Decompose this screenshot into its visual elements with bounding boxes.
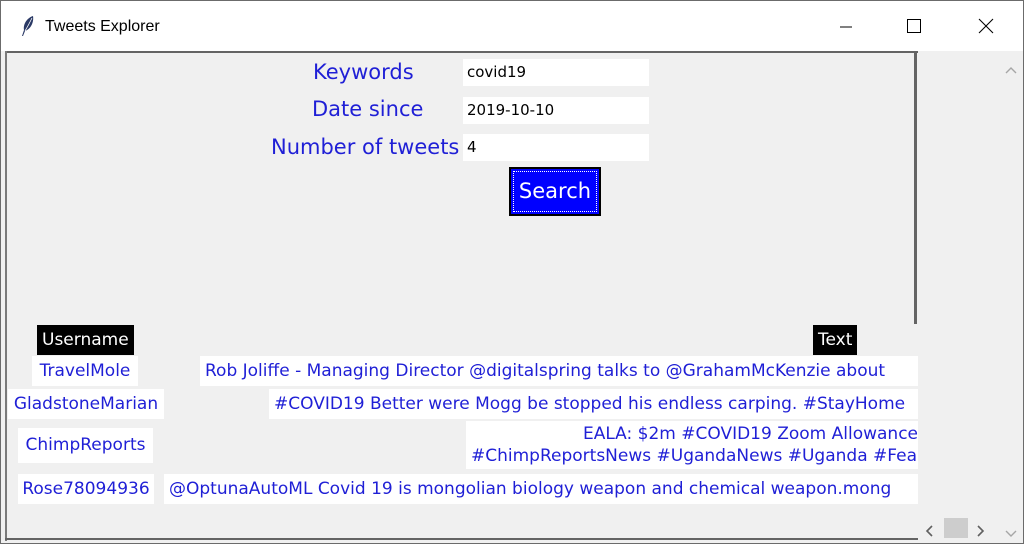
close-icon: [978, 18, 994, 34]
row-text-line: #ChimpReportsNews #UgandaNews #Uganda #F…: [471, 446, 917, 466]
date-since-label: Date since: [312, 97, 424, 121]
row-username: Rose78094936: [18, 474, 154, 504]
maximize-icon: [907, 19, 921, 33]
scroll-up-icon[interactable]: [1005, 59, 1017, 78]
scroll-left-icon[interactable]: [925, 522, 933, 541]
row-text: @OptunaAutoML Covid 19 is mongolian biol…: [164, 474, 919, 504]
keywords-input[interactable]: covid19: [463, 59, 649, 86]
row-username: GladstoneMarian: [8, 389, 164, 419]
keywords-label: Keywords: [313, 60, 414, 84]
horizontal-scroll-thumb[interactable]: [944, 518, 968, 538]
num-tweets-label: Number of tweets: [271, 135, 460, 159]
maximize-button[interactable]: [891, 1, 937, 51]
date-since-input[interactable]: 2019-10-10: [463, 97, 649, 124]
app-window: Tweets Explorer Keywords covid19 Date si…: [0, 0, 1024, 544]
minimize-button[interactable]: [823, 1, 869, 51]
search-button[interactable]: Search: [509, 167, 601, 216]
close-button[interactable]: [963, 1, 1009, 51]
title-bar[interactable]: Tweets Explorer: [1, 1, 1023, 51]
scroll-right-icon[interactable]: [977, 522, 985, 541]
horizontal-scrollbar[interactable]: [920, 517, 1000, 538]
feather-icon: [20, 15, 36, 37]
window-title: Tweets Explorer: [45, 18, 160, 35]
row-username: TravelMole: [32, 356, 138, 386]
frame-border: [5, 51, 918, 53]
vertical-scrollbar[interactable]: [1000, 53, 1021, 515]
column-header-username: Username: [37, 325, 134, 355]
frame-border: [5, 538, 918, 540]
num-tweets-input[interactable]: 4: [463, 134, 649, 161]
scroll-down-icon[interactable]: [1005, 523, 1017, 542]
row-text: Rob Joliffe - Managing Director @digital…: [200, 356, 918, 386]
row-username: ChimpReports: [18, 428, 153, 463]
frame-border: [5, 51, 7, 541]
column-header-text: Text: [813, 325, 858, 355]
row-text: EALA: $2m #COVID19 Zoom Allowance #Chimp…: [466, 421, 918, 469]
frame-border: [914, 51, 917, 324]
row-text-line: EALA: $2m #COVID19 Zoom Allowance: [582, 424, 918, 444]
row-text: #COVID19 Better were Mogg be stopped his…: [269, 389, 919, 419]
minimize-icon: [840, 26, 852, 28]
vertical-scrollbar-area: [918, 53, 1023, 539]
